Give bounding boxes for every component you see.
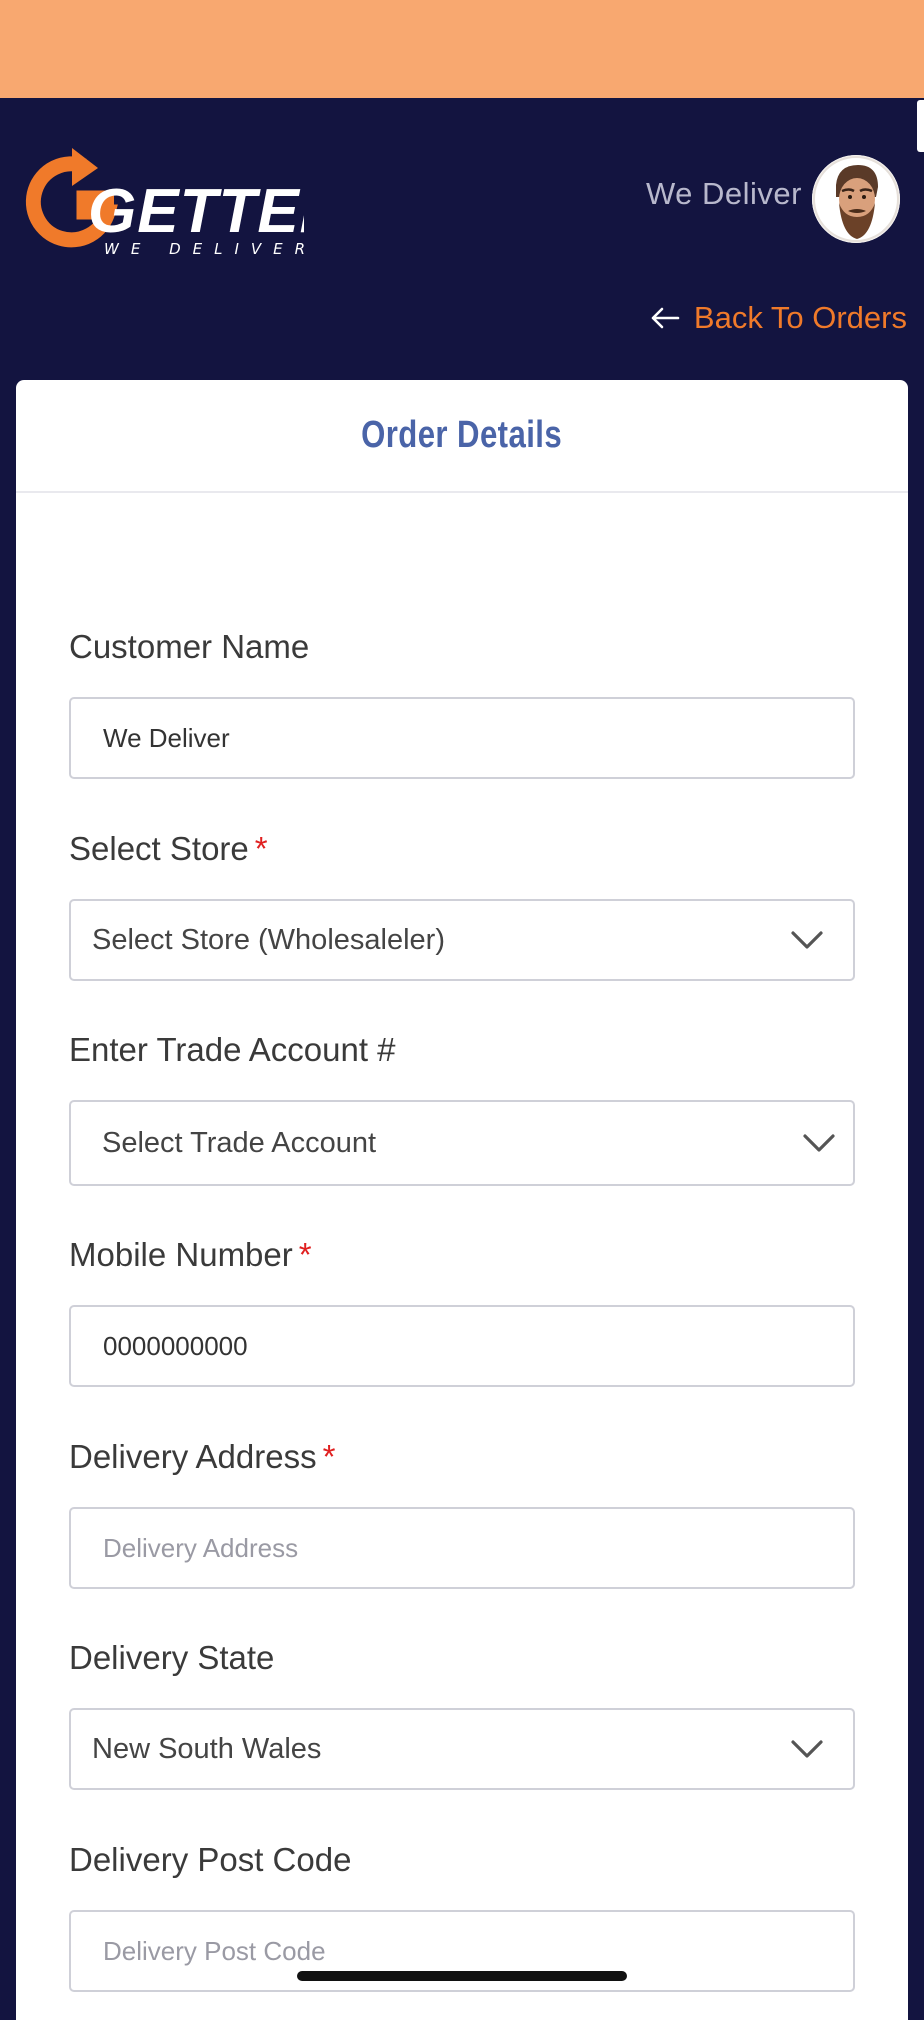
required-mark: *	[322, 1438, 336, 1475]
page-title: Order Details	[361, 414, 563, 456]
order-details-card: Order Details Customer Name Select Store…	[16, 380, 908, 2020]
customer-name-field[interactable]	[69, 697, 855, 779]
trade-account-selected-value: Select Trade Account	[102, 1127, 377, 1159]
store-selected-value: Select Store (Wholesaleler)	[92, 924, 445, 956]
customer-name-input[interactable]	[71, 699, 843, 777]
required-mark: *	[254, 830, 268, 867]
trade-account-select[interactable]: Select Trade Account	[69, 1100, 855, 1186]
getter-logo[interactable]: GETTER WE DELIVER	[14, 142, 344, 260]
chevron-down-icon	[791, 931, 823, 949]
customer-name-label-text: Customer Name	[69, 628, 310, 665]
edge-tab[interactable]	[917, 100, 924, 152]
required-mark: *	[298, 1236, 312, 1273]
state-selected-value: New South Wales	[92, 1733, 322, 1765]
state-label: Delivery State	[69, 1639, 274, 1677]
arrow-left-icon	[651, 307, 680, 329]
mobile-input[interactable]	[71, 1307, 843, 1385]
mobile-label: Mobile Number *	[69, 1236, 312, 1274]
state-label-text: Delivery State	[69, 1639, 275, 1676]
store-label-text: Select Store	[69, 830, 249, 867]
store-select[interactable]: Select Store (Wholesaleler)	[69, 899, 855, 981]
customer-name-label: Customer Name	[69, 628, 309, 666]
getter-logo-icon: GETTER WE DELIVER	[25, 148, 344, 258]
mobile-label-text: Mobile Number	[69, 1236, 293, 1273]
avatar-icon	[812, 155, 900, 243]
logo-text: GETTER	[88, 177, 304, 246]
avatar[interactable]	[812, 155, 900, 243]
address-input[interactable]	[71, 1509, 843, 1587]
state-select[interactable]: New South Wales	[69, 1708, 855, 1790]
user-name: We Deliver	[645, 176, 802, 211]
mobile-field[interactable]	[69, 1305, 855, 1387]
address-field[interactable]	[69, 1507, 855, 1589]
home-indicator[interactable]	[297, 1971, 627, 1981]
chevron-down-icon	[791, 1740, 823, 1758]
status-bar	[0, 0, 924, 98]
address-label-text: Delivery Address	[69, 1438, 317, 1475]
address-label: Delivery Address *	[69, 1438, 335, 1476]
chevron-down-icon	[803, 1134, 835, 1152]
card-header: Order Details	[16, 380, 908, 493]
postcode-label-text: Delivery Post Code	[69, 1841, 352, 1878]
logo-tagline: WE DELIVER	[104, 240, 304, 258]
postcode-label: Delivery Post Code	[69, 1841, 351, 1879]
trade-account-label-text: Enter Trade Account #	[69, 1031, 396, 1068]
back-to-orders-label: Back To Orders	[693, 300, 907, 335]
store-label: Select Store *	[69, 830, 268, 868]
back-to-orders-link[interactable]: Back To Orders	[650, 300, 907, 336]
trade-account-label: Enter Trade Account #	[69, 1031, 396, 1069]
